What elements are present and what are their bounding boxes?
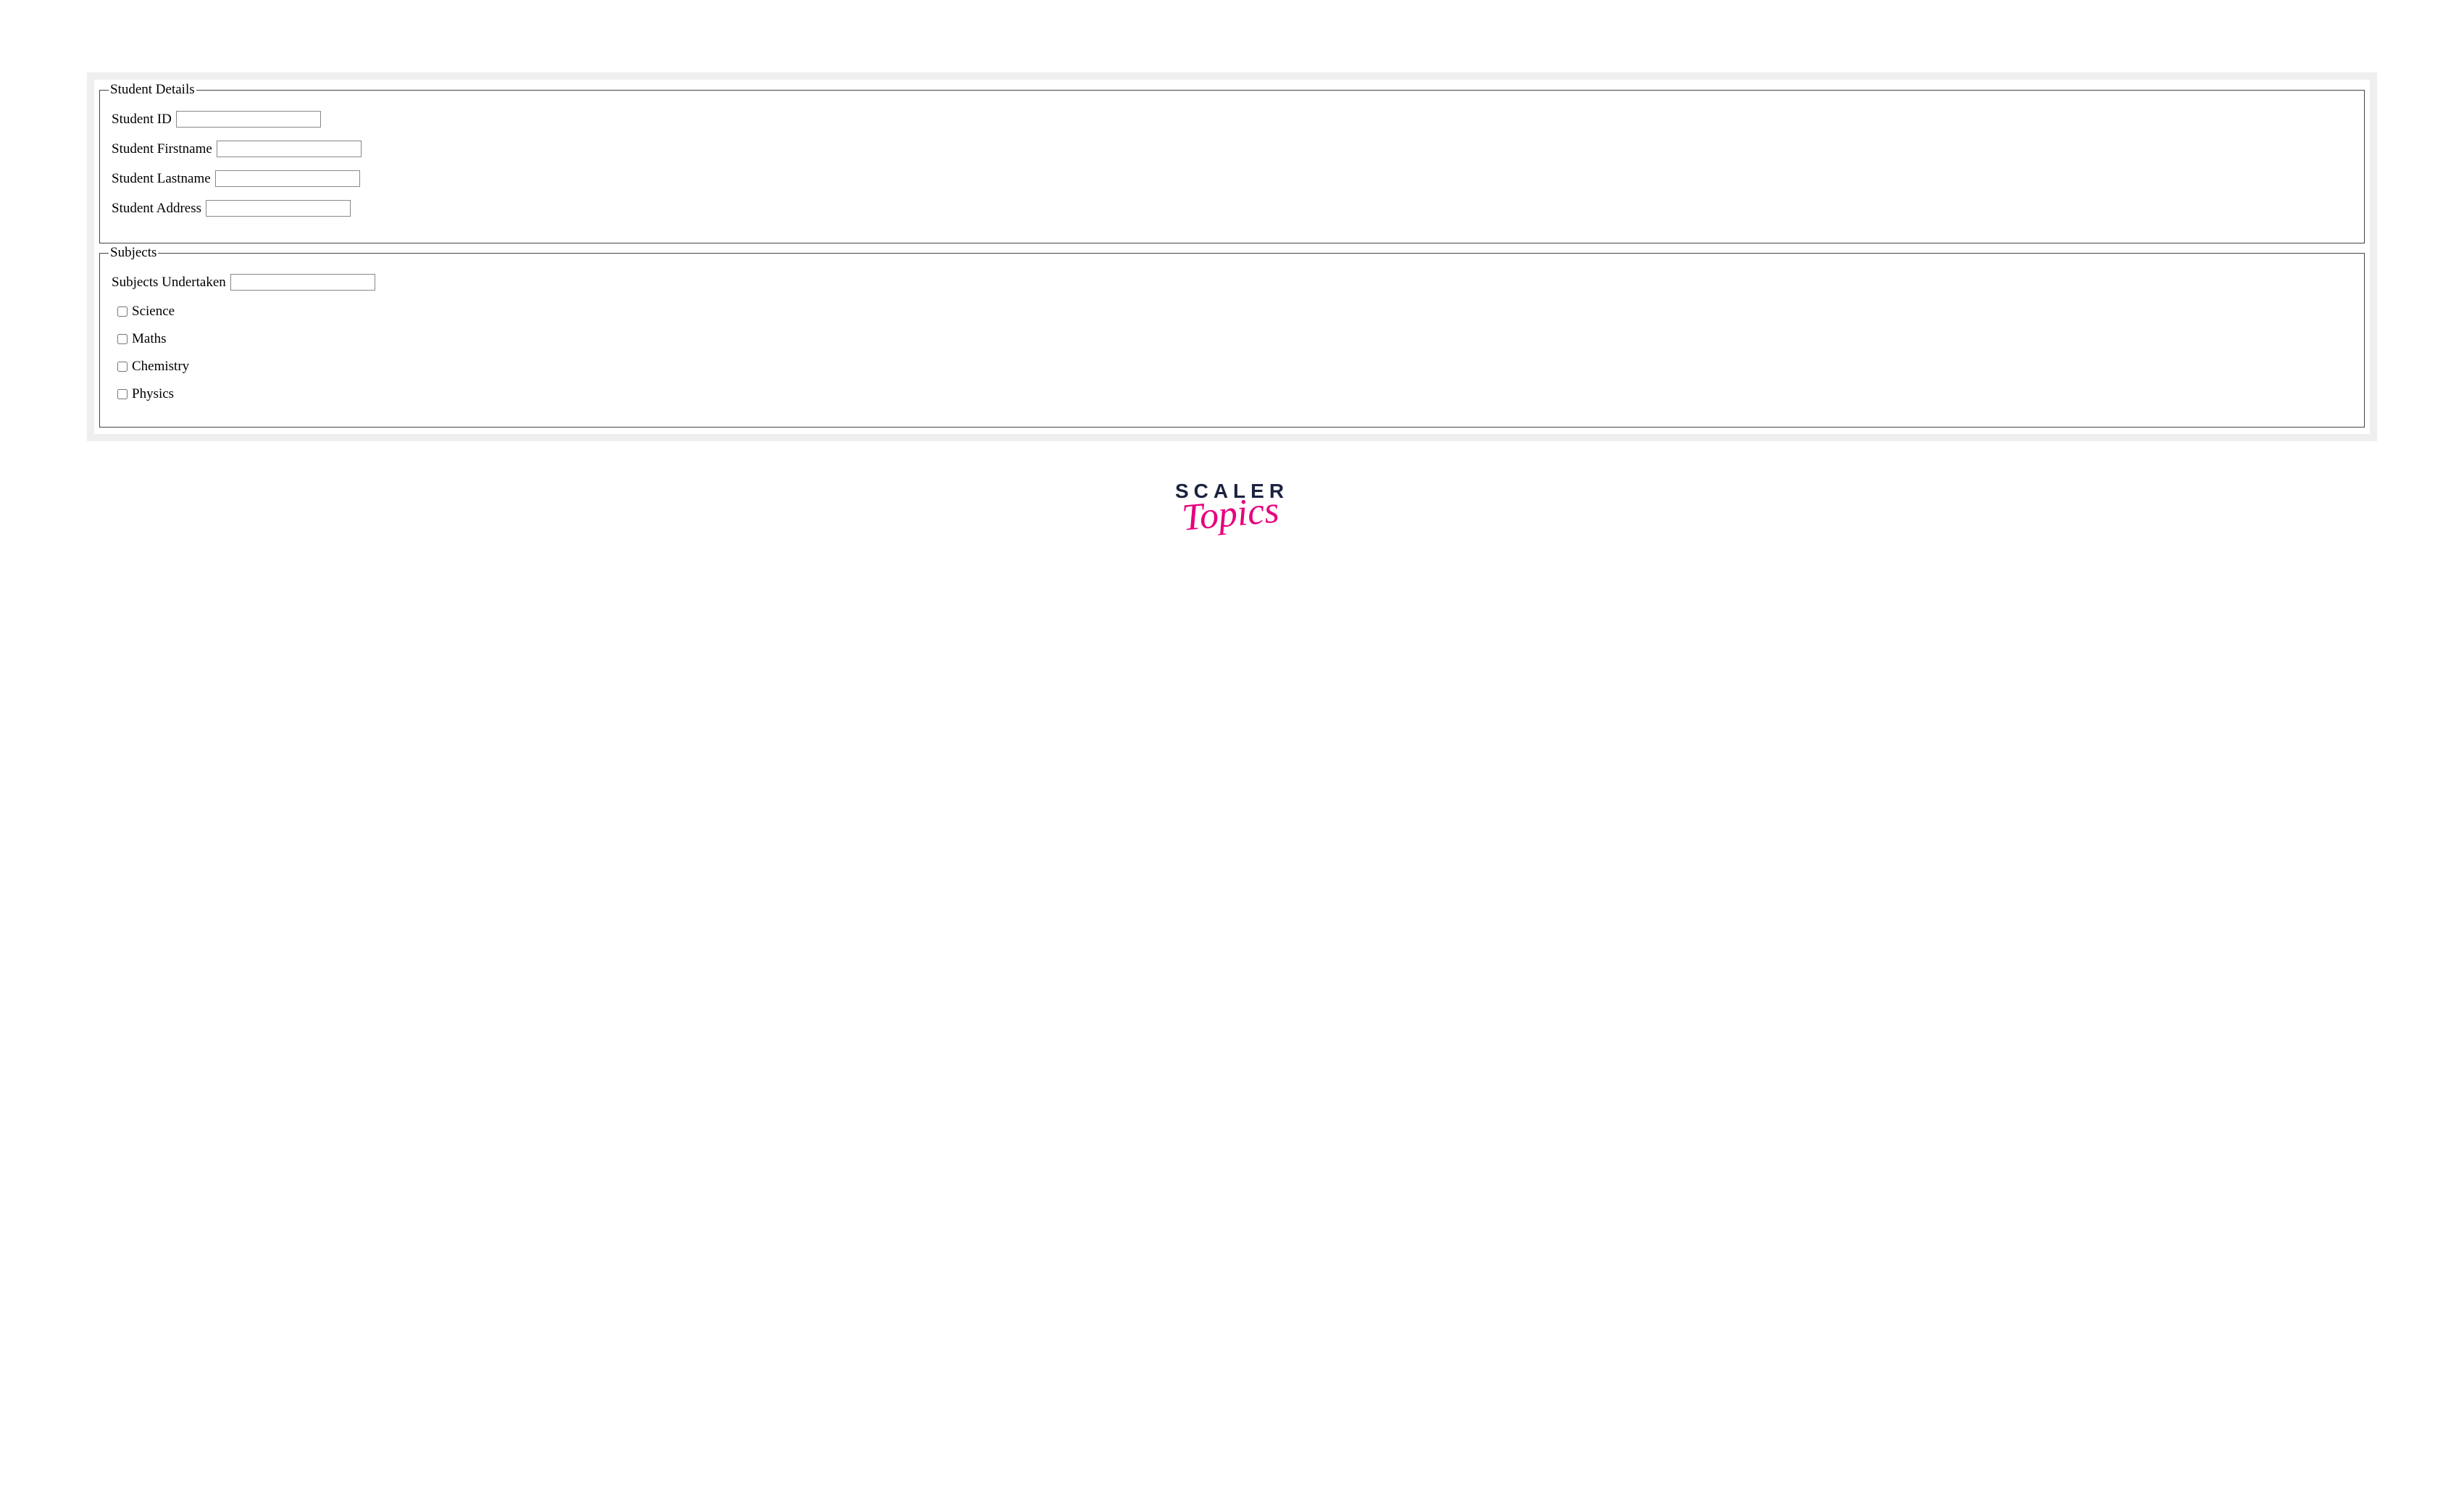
subjects-legend: Subjects [109, 245, 158, 261]
subjects-undertaken-label: Subjects Undertaken [112, 275, 226, 291]
field-row: Student Firstname [112, 141, 2352, 157]
form-container: Student Details Student ID Student First… [87, 72, 2377, 441]
field-row: Student ID [112, 111, 2352, 128]
scaler-topics-logo: SCALER Topics [87, 481, 2377, 533]
physics-checkbox[interactable] [117, 389, 128, 399]
student-id-label: Student ID [112, 112, 172, 128]
student-lastname-input[interactable] [215, 170, 360, 187]
student-id-input[interactable] [176, 111, 321, 128]
science-checkbox[interactable] [117, 307, 128, 317]
science-label: Science [132, 304, 175, 320]
field-row: Student Lastname [112, 170, 2352, 187]
maths-label: Maths [132, 331, 167, 347]
subjects-undertaken-input[interactable] [230, 274, 375, 291]
student-details-legend: Student Details [109, 82, 196, 98]
student-firstname-input[interactable] [217, 141, 362, 157]
physics-label: Physics [132, 386, 174, 402]
student-lastname-label: Student Lastname [112, 171, 211, 187]
checkbox-row: Science [117, 304, 2348, 320]
student-firstname-label: Student Firstname [112, 141, 212, 157]
chemistry-checkbox[interactable] [117, 362, 128, 372]
field-row: Subjects Undertaken [112, 274, 2352, 291]
maths-checkbox[interactable] [117, 334, 128, 344]
checkbox-row: Maths [117, 331, 2348, 347]
student-details-fieldset: Student Details Student ID Student First… [99, 82, 2365, 243]
checkbox-row: Chemistry [117, 359, 2348, 375]
student-address-input[interactable] [206, 200, 351, 217]
subjects-fieldset: Subjects Subjects Undertaken Science Mat… [99, 245, 2365, 428]
checkbox-row: Physics [117, 386, 2348, 402]
page: Student Details Student ID Student First… [0, 0, 2464, 562]
chemistry-label: Chemistry [132, 359, 189, 375]
field-row: Student Address [112, 200, 2352, 217]
student-address-label: Student Address [112, 201, 201, 217]
